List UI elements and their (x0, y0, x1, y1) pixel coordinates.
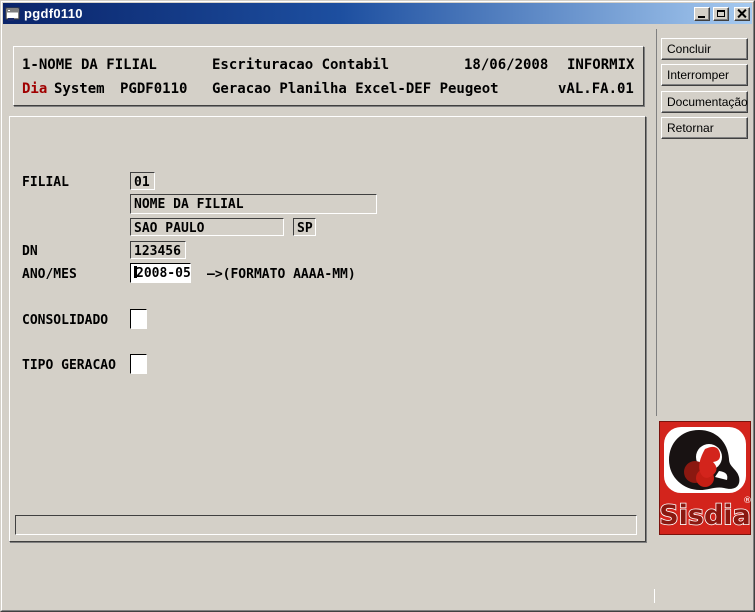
close-icon (737, 9, 747, 18)
filial-city-field[interactable]: SAO PAULO (130, 218, 284, 236)
documentacao-button[interactable]: Documentação (661, 91, 748, 113)
ano-mes-format-hint: —>(FORMATO AAAA-MM) (207, 267, 356, 282)
application-window: pgdf0110 1-NOME DA FILIAL Escrituracao C… (0, 0, 755, 612)
header-dia: Dia (22, 81, 48, 97)
header-panel: 1-NOME DA FILIAL Escrituracao Contabil 1… (13, 46, 644, 106)
interromper-button[interactable]: Interromper (661, 64, 748, 86)
header-date: 18/06/2008 (464, 57, 549, 73)
filial-label: FILIAL (22, 175, 69, 190)
tipo-geracao-label: TIPO GERACAO (22, 358, 116, 373)
header-screen-name: 1-NOME DA FILIAL (22, 57, 157, 73)
consolidado-label: CONSOLIDADO (22, 313, 109, 328)
title-bar[interactable]: pgdf0110 (3, 3, 752, 24)
header-program: PGDF0110 (120, 81, 188, 97)
filial-name-field[interactable]: NOME DA FILIAL (130, 194, 377, 214)
right-column-divider (656, 29, 657, 416)
header-description: Geracao Planilha Excel-DEF Peugeot (212, 81, 499, 97)
ano-mes-value: 2008-05 (136, 266, 191, 281)
concluir-button[interactable]: Concluir (661, 38, 748, 60)
close-button[interactable] (734, 6, 750, 21)
filial-state-field[interactable]: SP (293, 218, 316, 236)
header-database: INFORMIX (567, 57, 635, 73)
maximize-button[interactable] (713, 6, 729, 21)
app-icon[interactable] (5, 6, 21, 22)
tipo-geracao-field[interactable] (130, 354, 147, 374)
dn-field[interactable]: 123456 (130, 241, 186, 259)
sisdia-logo: ® Sisdia (659, 421, 751, 535)
statusbar-pane-divider (654, 589, 655, 603)
header-version: vAL.FA.01 (558, 81, 634, 97)
consolidado-field[interactable] (130, 309, 147, 329)
header-system: System (54, 81, 105, 97)
form-panel: FILIAL 01 NOME DA FILIAL SAO PAULO SP DN… (9, 116, 646, 542)
minimize-button[interactable] (694, 6, 710, 21)
ano-mes-field[interactable]: 2008-05 (130, 263, 191, 283)
filial-code-field[interactable]: 01 (130, 172, 155, 190)
window-title: pgdf0110 (24, 6, 83, 21)
minimize-icon (698, 15, 705, 18)
header-module: Escrituracao Contabil (212, 57, 390, 73)
ano-mes-label: ANO/MES (22, 267, 77, 282)
logo-text: Sisdia (659, 500, 751, 531)
maximize-icon (717, 9, 725, 17)
dn-label: DN (22, 244, 38, 259)
retornar-button[interactable]: Retornar (661, 117, 748, 139)
status-message-bar (15, 515, 637, 535)
